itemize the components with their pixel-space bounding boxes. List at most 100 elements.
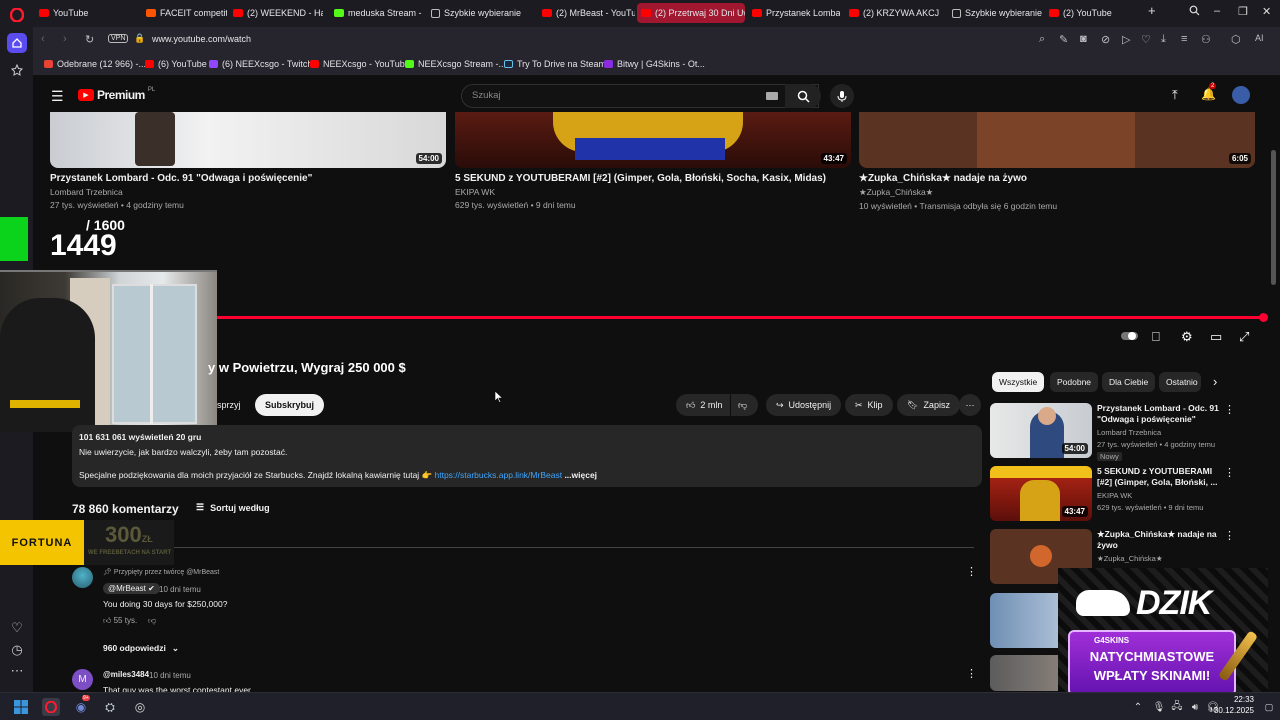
heart-icon[interactable]: ♡ xyxy=(1141,33,1151,46)
heart-icon[interactable]: ♡ xyxy=(7,618,27,638)
vpn-badge[interactable]: VPN xyxy=(108,34,129,43)
steam-taskbar-icon[interactable]: ⛭ xyxy=(101,698,119,716)
extensions-icon[interactable]: ⬡ xyxy=(1231,33,1241,46)
channel-name[interactable]: ★Zupka_Chińska★ xyxy=(1097,554,1163,563)
comment-author-badge[interactable]: @MrBeast ✔ xyxy=(103,583,160,594)
subscribe-button[interactable]: Subskrybuj xyxy=(255,394,325,416)
share-button[interactable]: ↪ Udostępnij xyxy=(766,394,842,416)
clip-button[interactable]: ✂ Klip xyxy=(845,394,893,416)
progress-bar[interactable] xyxy=(217,316,1264,319)
video-thumbnail[interactable]: 43:47 xyxy=(455,112,851,168)
profile-icon[interactable]: ⚇ xyxy=(1201,33,1211,46)
clock[interactable]: 22:33 30.12.2025 xyxy=(1212,695,1254,715)
bookmark[interactable]: Try To Drive na Steam xyxy=(504,59,606,69)
tab[interactable]: FACEIT competitive m xyxy=(142,3,227,23)
home-icon[interactable] xyxy=(7,33,27,53)
channel-name[interactable]: ★Zupka_Chińska★ xyxy=(859,187,1255,198)
subtitles-icon[interactable]: ⎕ xyxy=(1152,329,1160,345)
upload-icon[interactable]: ⤒ xyxy=(1172,87,1178,103)
video-title[interactable]: Przystanek Lombard - Odc. 91 "Odwaga i p… xyxy=(1097,403,1222,425)
avatar[interactable] xyxy=(72,567,93,588)
ai-button[interactable]: AI xyxy=(1255,33,1264,43)
snapshot-icon[interactable]: ✎ xyxy=(1059,33,1068,46)
opera-logo-icon[interactable] xyxy=(7,5,27,25)
autoplay-toggle[interactable] xyxy=(1121,332,1138,340)
video-title[interactable]: 5 SEKUND z YOUTUBERAMI [#2] (Gimper, Gol… xyxy=(455,173,851,184)
video-thumbnail[interactable]: 43:47 xyxy=(990,466,1092,521)
hamburger-menu-icon[interactable]: ☰ xyxy=(51,88,64,105)
comment-menu-icon[interactable]: ⋮ xyxy=(966,565,977,578)
video-thumbnail[interactable]: 54:00 xyxy=(50,112,446,168)
tab[interactable]: (2) YouTube xyxy=(1045,3,1141,23)
volume-icon[interactable]: 🔊︎ xyxy=(1186,698,1204,716)
comment-time[interactable]: 10 dni temu xyxy=(159,585,201,594)
progress-scrubber[interactable] xyxy=(1259,313,1268,322)
url-bar[interactable]: VPN 🔒 www.youtube.com/watch xyxy=(100,31,1270,50)
chevron-right-icon[interactable]: › xyxy=(1213,374,1217,389)
support-button[interactable]: sprzyj xyxy=(212,394,246,416)
video-title[interactable]: ★Zupka_Chińska★ nadaje na żywo xyxy=(859,173,1255,184)
tab-active[interactable]: (2) Przetrwaj 30 Dni Uwię xyxy=(637,3,745,23)
channel-name[interactable]: EKIPA WK xyxy=(455,187,851,197)
starbucks-link[interactable]: https://starbucks.app.link/MrBeast xyxy=(435,470,563,480)
search-button[interactable] xyxy=(785,84,821,108)
close-icon[interactable]: ✕ xyxy=(1262,5,1271,18)
description-box[interactable]: 101 631 061 wyświetleń 20 gru Nie uwierz… xyxy=(72,425,982,487)
more-vertical-icon[interactable]: ⋮ xyxy=(1224,529,1235,542)
video-card[interactable]: 6:05 ★Zupka_Chińska★ nadaje na żywo ★Zup… xyxy=(859,112,1255,211)
notifications-button[interactable]: 🔔 2 xyxy=(1201,83,1217,101)
chip-for-you[interactable]: Dla Ciebie xyxy=(1102,372,1156,392)
keyboard-icon[interactable] xyxy=(766,92,778,100)
windows-start-icon[interactable] xyxy=(12,698,30,716)
comment-time[interactable]: 10 dni temu xyxy=(149,671,191,680)
video-thumbnail[interactable]: 54:00 xyxy=(990,403,1092,458)
dislike-button[interactable]: 👎︎ xyxy=(731,394,758,416)
notifications-tray-icon[interactable]: ▢ xyxy=(1260,698,1278,716)
chevron-up-icon[interactable]: ⌃ xyxy=(1129,698,1147,716)
page-scrollbar[interactable] xyxy=(1271,150,1276,285)
more-vertical-icon[interactable]: ⋮ xyxy=(1224,403,1235,416)
tab[interactable]: Przystanek Lombard xyxy=(748,3,840,23)
more-icon[interactable]: ⋯ xyxy=(7,661,27,681)
bookmark[interactable]: NEEXcsgo Stream -... xyxy=(405,59,506,69)
avatar[interactable]: M xyxy=(72,669,93,690)
opera-taskbar-icon[interactable] xyxy=(42,698,60,716)
back-icon[interactable]: ‹ xyxy=(41,33,45,45)
player-icon[interactable]: ▷ xyxy=(1122,33,1130,46)
video-title[interactable]: Przystanek Lombard - Odc. 91 "Odwaga i p… xyxy=(50,173,446,184)
channel-name[interactable]: EKIPA WK xyxy=(1097,491,1132,500)
recommended-video[interactable]: 54:00 Przystanek Lombard - Odc. 91 "Odwa… xyxy=(990,403,1250,461)
settings-gear-icon[interactable]: ⚙ xyxy=(1181,329,1193,345)
video-title[interactable]: ★Zupka_Chińska★ nadaje na żywo xyxy=(1097,529,1222,551)
bookmark[interactable]: (6) NEEXcsgo - Twitch xyxy=(209,59,312,69)
url-text[interactable]: www.youtube.com/watch xyxy=(152,34,251,44)
comment-like-button[interactable]: 👍︎ 55 tys. xyxy=(103,616,137,626)
miniplayer-icon[interactable]: ▭ xyxy=(1210,329,1222,345)
menu-icon[interactable]: ≡ xyxy=(1181,33,1187,45)
mic-tray-icon[interactable]: 🎙︎ xyxy=(1150,698,1168,716)
video-title[interactable]: 5 SEKUND z YOUTUBERAMI [#2] (Gimper, Gol… xyxy=(1097,466,1222,488)
video-card[interactable]: 43:47 5 SEKUND z YOUTUBERAMI [#2] (Gimpe… xyxy=(455,112,851,210)
voice-search-button[interactable] xyxy=(830,84,854,108)
adblock-icon[interactable]: ⊘ xyxy=(1101,33,1110,46)
chip-related[interactable]: Podobne xyxy=(1050,372,1099,392)
tab[interactable]: Szybkie wybieranie xyxy=(427,3,527,23)
search-icon[interactable]: ⌕ xyxy=(1039,33,1045,46)
reload-icon[interactable]: ↻ xyxy=(85,33,94,46)
discord-taskbar-icon[interactable]: ◉ 9+ xyxy=(72,695,90,716)
bookmark[interactable]: NEEXcsgo - YouTube xyxy=(310,59,410,69)
comment-dislike-icon[interactable]: 👎︎ xyxy=(148,616,156,626)
youtube-logo[interactable]: ▶ Premium PL xyxy=(78,87,155,102)
tab[interactable]: YouTube xyxy=(35,3,139,23)
tab[interactable]: Szybkie wybieranie xyxy=(948,3,1044,23)
maximize-icon[interactable]: ❐ xyxy=(1238,5,1248,18)
new-tab-icon[interactable]: + xyxy=(1148,3,1156,18)
search-tabs-icon[interactable] xyxy=(1189,5,1200,19)
tab[interactable]: (2) KRZYWA AKCJA # xyxy=(845,3,939,23)
history-icon[interactable]: ◷ xyxy=(7,640,27,660)
tab[interactable]: meduska Stream - Wa xyxy=(330,3,424,23)
comment-menu-icon[interactable]: ⋮ xyxy=(966,667,977,680)
download-icon[interactable]: ⤓ xyxy=(1161,33,1166,46)
obs-taskbar-icon[interactable]: ◎ xyxy=(131,698,149,716)
recommended-video[interactable]: 43:47 5 SEKUND z YOUTUBERAMI [#2] (Gimpe… xyxy=(990,466,1250,522)
